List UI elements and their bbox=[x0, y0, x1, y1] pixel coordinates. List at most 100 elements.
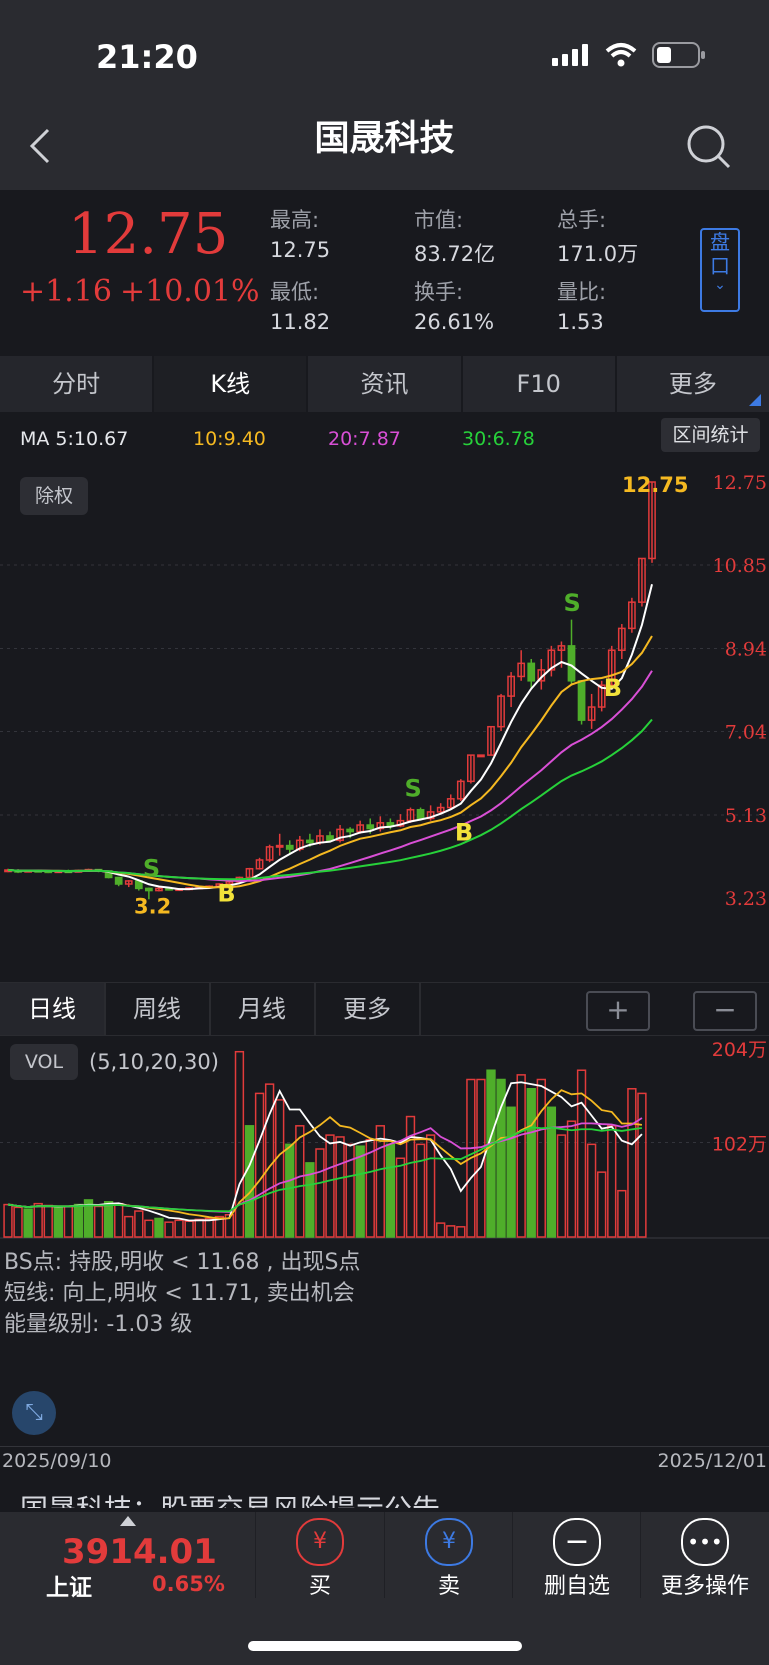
index-value: 3914.01 bbox=[62, 1532, 217, 1572]
tab-more[interactable]: 更多 bbox=[617, 356, 769, 412]
volume-bar bbox=[234, 1050, 245, 1238]
candle bbox=[477, 754, 485, 758]
stat-value: 26.61% bbox=[414, 310, 495, 334]
ma20-label: 20:7.87 bbox=[328, 428, 401, 450]
stat-label: 最低: bbox=[270, 280, 320, 304]
stat-label: 最高: bbox=[270, 208, 320, 232]
volume-bar bbox=[164, 1221, 174, 1238]
volume-bar bbox=[73, 1203, 84, 1238]
quote-header: 12.75 +1.16 +10.01% 最高: 12.75 市值: 83.72亿… bbox=[0, 190, 769, 356]
volume-axis-label: 102万 bbox=[712, 1134, 767, 1156]
volume-bar bbox=[637, 1092, 647, 1238]
ma30-line bbox=[7, 718, 653, 881]
b-point-marker: B bbox=[455, 818, 473, 846]
volume-bar bbox=[174, 1219, 184, 1238]
tab-kline[interactable]: K线 bbox=[154, 356, 309, 412]
volume-bar bbox=[184, 1220, 194, 1238]
index-widget[interactable]: 3914.01 上证 0.65% bbox=[0, 1512, 256, 1601]
candle bbox=[306, 839, 314, 844]
price-axis-label: 3.23 bbox=[725, 888, 767, 910]
volume-bar bbox=[496, 1078, 506, 1238]
s-point-marker: S bbox=[405, 775, 422, 803]
volume-bar bbox=[144, 1219, 154, 1238]
price-axis-label: 7.04 bbox=[725, 722, 767, 744]
volume-bar bbox=[345, 1143, 355, 1238]
volume-bar bbox=[355, 1145, 365, 1238]
volume-bar bbox=[53, 1206, 63, 1238]
stat-value: 1.53 bbox=[557, 310, 604, 334]
stat-label: 总手: bbox=[557, 208, 607, 232]
tab-news[interactable]: 资讯 bbox=[308, 356, 463, 412]
chevron-down-icon: ⌄ bbox=[714, 277, 726, 293]
volume-bar bbox=[114, 1202, 124, 1238]
tab-more-label: 更多 bbox=[668, 370, 717, 398]
candle bbox=[145, 887, 153, 892]
range-stats-button[interactable]: 区间统计 bbox=[661, 418, 760, 452]
search-icon[interactable] bbox=[686, 124, 732, 170]
order-book-button[interactable]: 盘口 ⌄ bbox=[700, 228, 740, 312]
nav-bar: 国晟科技 bbox=[0, 96, 769, 191]
volume-bar bbox=[254, 1092, 265, 1238]
candle bbox=[285, 844, 294, 850]
more-actions-button[interactable]: ••• 更多操作 bbox=[641, 1512, 769, 1599]
volume-bar bbox=[315, 1148, 325, 1238]
volume-bar bbox=[436, 1222, 446, 1238]
ma5-label: MA 5:10.67 bbox=[20, 428, 129, 450]
s-point-marker: S bbox=[143, 855, 160, 883]
volume-bar bbox=[486, 1069, 496, 1238]
volume-bar bbox=[446, 1225, 456, 1238]
candle bbox=[366, 824, 375, 830]
zoom-in-button[interactable]: + bbox=[586, 991, 650, 1031]
candle bbox=[416, 808, 425, 820]
shortline-note: 短线: 向上,明收 < 11.71, 卖出机会 bbox=[4, 1281, 355, 1306]
tab-f10[interactable]: F10 bbox=[463, 356, 617, 412]
price-axis-label: 5.13 bbox=[725, 805, 767, 827]
tab-period-more[interactable]: 更多 bbox=[315, 983, 421, 1035]
stat-value: 83.72亿 bbox=[414, 242, 496, 266]
volume-bar bbox=[556, 1134, 567, 1238]
more-actions-label: 更多操作 bbox=[660, 1574, 749, 1599]
candle bbox=[527, 662, 536, 682]
remove-watchlist-button[interactable]: − 删自选 bbox=[513, 1512, 641, 1599]
volume-bar bbox=[93, 1205, 104, 1238]
volume-bar bbox=[506, 1106, 516, 1238]
zoom-out-button[interactable]: − bbox=[693, 991, 757, 1031]
tab-daily[interactable]: 日线 bbox=[0, 983, 106, 1035]
sell-button[interactable]: ¥ 卖 bbox=[385, 1512, 513, 1599]
volume-bar bbox=[335, 1136, 345, 1238]
news-headline[interactable]: 国晟科技：股票交易风险提示公告 bbox=[20, 1488, 440, 1508]
index-pct: 0.65% bbox=[152, 1572, 225, 1596]
signal-icon bbox=[552, 44, 588, 66]
kline-chart[interactable]: 12.75 10.85 8.94 7.04 5.13 3.23 12.75 3.2 S B S B S B bbox=[0, 460, 769, 980]
volume-bar bbox=[285, 1143, 295, 1238]
stat-label: 换手: bbox=[414, 280, 464, 304]
tab-monthly[interactable]: 月线 bbox=[210, 983, 316, 1035]
volume-bar bbox=[194, 1218, 204, 1238]
wifi-icon bbox=[605, 43, 637, 67]
news-ticker[interactable]: 国晟科技：股票交易风险提示公告 bbox=[0, 1480, 769, 1508]
volume-bar bbox=[425, 1134, 436, 1238]
date-end: 2025/12/01 bbox=[657, 1450, 767, 1472]
volume-bar bbox=[275, 1099, 285, 1238]
bs-note: BS点: 持股,明收 < 11.68 , 出现S点 bbox=[4, 1250, 361, 1275]
tab-weekly[interactable]: 周线 bbox=[105, 983, 211, 1035]
stat-label: 量比: bbox=[557, 280, 607, 304]
volume-bar bbox=[536, 1078, 546, 1238]
buy-button[interactable]: ¥ 买 bbox=[256, 1512, 385, 1599]
volume-bar bbox=[124, 1215, 134, 1238]
tab-timeshare[interactable]: 分时 bbox=[0, 356, 155, 412]
volume-bar bbox=[3, 1203, 13, 1238]
volume-bar bbox=[415, 1143, 426, 1238]
candle bbox=[326, 835, 334, 842]
volume-bar bbox=[325, 1134, 335, 1238]
price-axis-label: 12.75 bbox=[713, 472, 767, 494]
battery-icon bbox=[652, 42, 705, 68]
ma10-line bbox=[7, 635, 653, 889]
volume-bar bbox=[204, 1217, 214, 1238]
volume-bar bbox=[244, 1125, 255, 1238]
stat-value: 171.0万 bbox=[557, 242, 639, 266]
expand-icon[interactable]: ⤡ bbox=[12, 1391, 56, 1435]
buy-label: 买 bbox=[308, 1574, 331, 1599]
volume-chart[interactable]: 204万 102万 bbox=[0, 1030, 769, 1240]
up-arrow-icon bbox=[120, 1516, 136, 1526]
